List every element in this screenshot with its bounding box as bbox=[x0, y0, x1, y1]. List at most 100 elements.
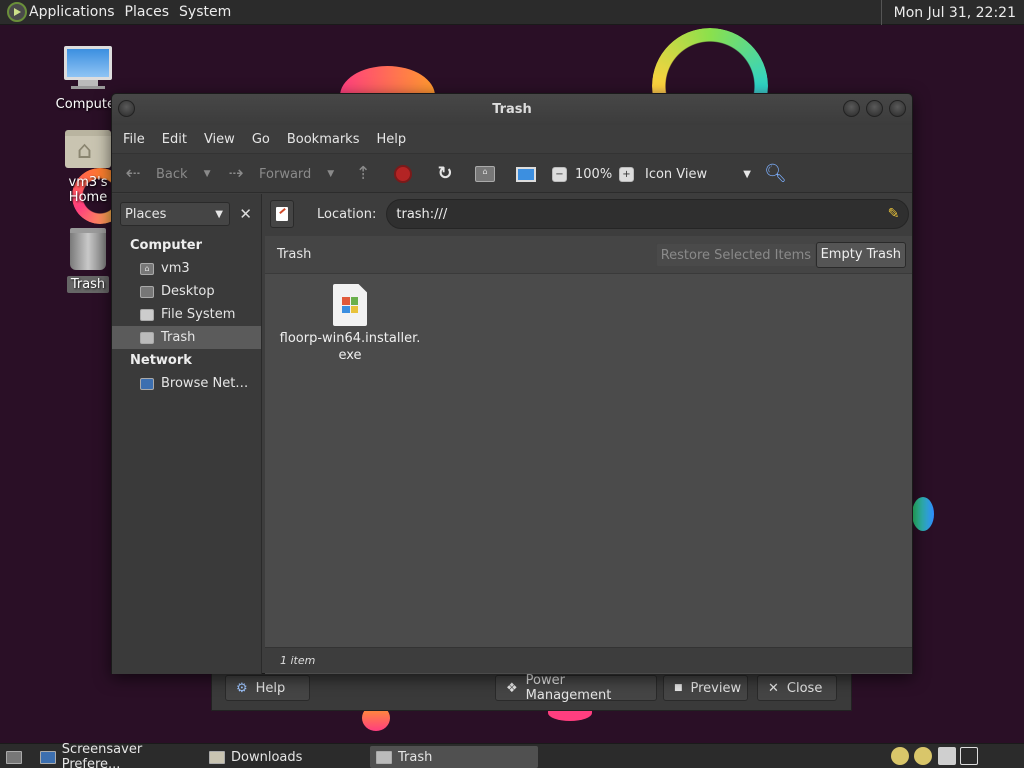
view-mode-select[interactable]: Icon View ▼ bbox=[645, 154, 751, 194]
forward-label: Forward bbox=[259, 166, 312, 182]
status-bar: 1 item bbox=[265, 647, 912, 673]
system-menu[interactable]: System bbox=[179, 4, 239, 20]
home-folder-icon: ⌂ bbox=[140, 262, 154, 275]
view-mode-dropdown-icon: ▼ bbox=[743, 168, 751, 180]
sidebar-item-desktop[interactable]: Desktop bbox=[112, 280, 261, 303]
drive-icon bbox=[140, 308, 154, 321]
applications-menu[interactable]: Applications bbox=[29, 4, 123, 20]
tray-clock-icon[interactable] bbox=[891, 747, 909, 765]
chevron-down-icon: ▼ bbox=[215, 208, 223, 220]
minimize-button[interactable] bbox=[843, 100, 860, 117]
sidebar-close-icon[interactable]: ✕ bbox=[239, 205, 252, 223]
trash-bar: Trash Restore Selected Items Empty Trash bbox=[265, 236, 912, 274]
top-panel: Applications Places System Mon Jul 31, 2… bbox=[0, 0, 1024, 25]
sidebar-header: Places ▼ ✕ bbox=[112, 194, 261, 234]
sidebar-item-trash[interactable]: Trash bbox=[112, 326, 261, 349]
edit-icon bbox=[276, 207, 288, 221]
clear-icon[interactable]: ✎ bbox=[888, 206, 900, 222]
show-desktop-button[interactable] bbox=[0, 746, 28, 768]
task-downloads[interactable]: Downloads bbox=[203, 746, 368, 768]
workspace-1[interactable] bbox=[938, 747, 956, 765]
preview-button[interactable]: ■ Preview bbox=[663, 675, 748, 701]
window-menu-button[interactable] bbox=[118, 100, 135, 117]
toolbar: ⇠ Back ▼ ⇢ Forward ▼ ⇡ ↻ ⌂ − 100% + Icon… bbox=[112, 153, 912, 193]
sidebar-item-browse-network[interactable]: Browse Net… bbox=[112, 372, 261, 395]
zoom-in-button[interactable]: + bbox=[619, 154, 634, 194]
power-icon: ❖ bbox=[506, 680, 518, 696]
distro-logo-icon[interactable] bbox=[7, 2, 27, 22]
zoom-out-button[interactable]: − bbox=[552, 154, 567, 194]
monitor-icon bbox=[40, 750, 56, 764]
tray-clock-icon-2[interactable] bbox=[914, 747, 932, 765]
desktop-icon bbox=[6, 750, 22, 764]
task-label: Screensaver Prefere... bbox=[61, 742, 143, 768]
stop-button[interactable] bbox=[394, 154, 412, 194]
zoom-value: 100% bbox=[575, 166, 613, 182]
help-icon: ⚙ bbox=[236, 680, 248, 696]
menu-file[interactable]: File bbox=[116, 132, 152, 147]
search-button[interactable]: 🔍︎ bbox=[764, 154, 787, 194]
desktop-folder-icon bbox=[140, 285, 154, 298]
computer-icon bbox=[516, 166, 536, 182]
status-text: 1 item bbox=[280, 654, 316, 667]
sidebar: Places ▼ ✕ Computer ⌂ vm3 Desktop File S… bbox=[112, 194, 262, 674]
location-toggle-button[interactable] bbox=[270, 200, 294, 228]
location-input[interactable]: trash:/// ✎ bbox=[386, 199, 910, 229]
sidebar-item-label: Browse Net… bbox=[161, 376, 249, 391]
file-name: floorp-win64.installer. exe bbox=[275, 330, 425, 364]
menu-edit[interactable]: Edit bbox=[155, 132, 194, 147]
power-management-button[interactable]: ❖ Power Management bbox=[495, 673, 657, 703]
trash-bar-title: Trash bbox=[277, 247, 312, 262]
task-screensaver[interactable]: Screensaver Prefere... bbox=[34, 742, 202, 768]
menu-go[interactable]: Go bbox=[245, 132, 277, 147]
workspace-2[interactable] bbox=[960, 747, 978, 765]
bottom-panel: Screensaver Prefere... Downloads Trash bbox=[0, 742, 1024, 768]
maximize-button[interactable] bbox=[866, 100, 883, 117]
sidebar-item-file-system[interactable]: File System bbox=[112, 303, 261, 326]
window-close-button[interactable] bbox=[889, 100, 906, 117]
computer-button[interactable] bbox=[516, 154, 536, 194]
sidebar-item-vm3[interactable]: ⌂ vm3 bbox=[112, 257, 261, 280]
menu-view[interactable]: View bbox=[197, 132, 242, 147]
location-value: trash:/// bbox=[396, 206, 448, 222]
zoom-in-icon: + bbox=[619, 166, 634, 182]
home-button[interactable]: ⌂ bbox=[475, 154, 495, 194]
view-mode-label: Icon View bbox=[645, 166, 708, 182]
window-title: Trash bbox=[492, 102, 532, 117]
desktop-icon-label: Trash bbox=[66, 276, 110, 293]
restore-button[interactable]: Restore Selected Items bbox=[655, 243, 816, 267]
file-view[interactable]: Trash Restore Selected Items Empty Trash… bbox=[265, 236, 912, 674]
sidebar-selector[interactable]: Places ▼ bbox=[120, 202, 230, 226]
close-icon: ✕ bbox=[768, 680, 779, 696]
menu-bookmarks[interactable]: Bookmarks bbox=[280, 132, 367, 147]
search-icon: 🔍︎ bbox=[764, 163, 787, 184]
up-arrow-icon: ⇡ bbox=[355, 163, 371, 184]
sidebar-selector-label: Places bbox=[125, 206, 167, 222]
titlebar[interactable]: Trash bbox=[112, 94, 912, 125]
back-label: Back bbox=[156, 166, 188, 182]
places-menu[interactable]: Places bbox=[125, 4, 178, 20]
menu-help[interactable]: Help bbox=[369, 132, 413, 147]
up-button[interactable]: ⇡ bbox=[352, 154, 374, 194]
reload-icon: ↻ bbox=[437, 163, 453, 184]
network-icon bbox=[140, 377, 154, 390]
reload-button[interactable]: ↻ bbox=[434, 154, 456, 194]
preview-label: Preview bbox=[690, 680, 742, 696]
sidebar-category-computer: Computer bbox=[130, 238, 203, 253]
back-dropdown-icon: ▼ bbox=[203, 169, 211, 179]
trash-icon bbox=[376, 750, 392, 764]
back-button[interactable]: ⇠ Back ▼ bbox=[122, 154, 210, 194]
clock[interactable]: Mon Jul 31, 22:21 bbox=[880, 0, 1024, 25]
task-trash[interactable]: Trash bbox=[370, 746, 538, 768]
empty-trash-button[interactable]: Empty Trash bbox=[815, 242, 906, 268]
sidebar-category-network: Network bbox=[130, 353, 192, 368]
file-name-line2: exe bbox=[338, 348, 362, 363]
zoom-out-icon: − bbox=[552, 166, 567, 182]
sidebar-item-label: Desktop bbox=[161, 284, 215, 299]
forward-button[interactable]: ⇢ Forward ▼ bbox=[225, 154, 334, 194]
forward-arrow-icon: ⇢ bbox=[228, 163, 244, 184]
help-button[interactable]: ⚙ Help bbox=[225, 675, 310, 701]
sidebar-item-label: vm3 bbox=[161, 261, 190, 276]
file-item[interactable]: floorp-win64.installer. exe bbox=[275, 284, 425, 364]
close-button[interactable]: ✕ Close bbox=[757, 675, 837, 701]
